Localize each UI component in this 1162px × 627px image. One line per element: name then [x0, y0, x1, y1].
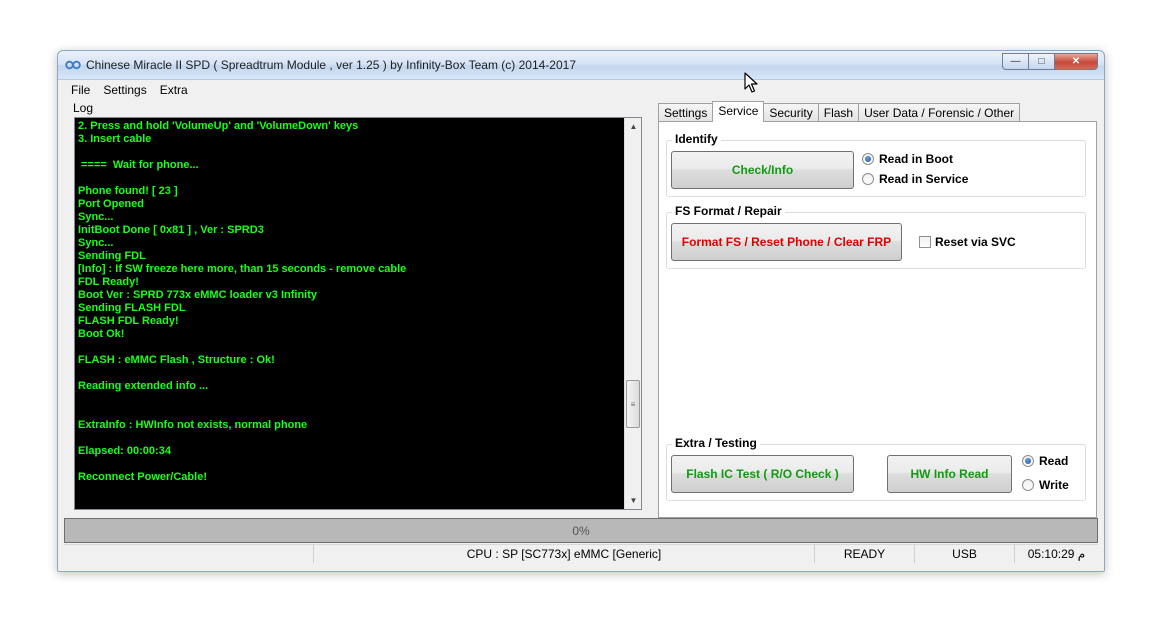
log-lines: 2. Press and hold 'VolumeUp' and 'Volume… — [78, 120, 623, 484]
tab-strip: Settings Service Security Flash User Dat… — [658, 101, 1021, 122]
menu-bar: File Settings Extra — [64, 81, 1098, 99]
identify-title: Identify — [672, 132, 721, 146]
read-label: Read — [1039, 454, 1069, 468]
log-console[interactable]: 2. Press and hold 'VolumeUp' and 'Volume… — [74, 117, 642, 510]
read-radio[interactable] — [1022, 455, 1034, 467]
read-option[interactable]: Read — [1022, 454, 1068, 468]
log-line: [Info] : If SW freeze here more, than 15… — [78, 263, 407, 275]
status-bar: CPU : SP [SC773x] eMMC [Generic] READY U… — [64, 544, 1098, 563]
mouse-pointer-icon — [744, 72, 758, 93]
fs-title: FS Format / Repair — [672, 204, 785, 218]
log-line: FLASH : eMMC Flash , Structure : Ok! — [78, 354, 275, 366]
progress-bar: 0% — [64, 518, 1098, 543]
scroll-up-arrow-icon[interactable]: ▲ — [625, 118, 641, 135]
extra-testing-title: Extra / Testing — [672, 436, 760, 450]
log-line: Reading extended info ... — [78, 380, 209, 392]
window-controls: — □ ✕ — [1002, 53, 1098, 70]
progress-label: 0% — [572, 523, 590, 538]
read-in-service-option[interactable]: Read in Service — [862, 172, 968, 186]
tab-security[interactable]: Security — [763, 103, 819, 122]
close-icon: ✕ — [1071, 56, 1081, 67]
read-in-boot-option[interactable]: Read in Boot — [862, 152, 953, 166]
scroll-thumb[interactable]: ≡ — [626, 380, 640, 428]
log-line: FDL Ready! — [78, 276, 139, 288]
reset-via-svc-label: Reset via SVC — [935, 235, 1016, 249]
status-empty-cell — [64, 544, 314, 563]
log-line: ==== Wait for phone... — [78, 159, 199, 171]
reset-via-svc-checkbox[interactable] — [919, 236, 931, 248]
log-line: Port Opened — [78, 198, 145, 210]
log-line: Sending FLASH FDL — [78, 302, 186, 314]
log-line: InitBoot Done [ 0x81 ] , Ver : SPRD3 — [78, 224, 264, 236]
log-line: ExtraInfo : HWInfo not exists, normal ph… — [78, 419, 308, 431]
maximize-button[interactable]: □ — [1028, 53, 1054, 70]
read-in-boot-radio[interactable] — [862, 153, 874, 165]
minimize-icon: — — [1010, 56, 1021, 67]
write-label: Write — [1039, 478, 1069, 492]
status-state: READY — [815, 544, 915, 563]
check-info-button[interactable]: Check/Info — [671, 151, 854, 189]
service-panel: Identify Check/Info Read in Boot Read in… — [658, 121, 1097, 518]
read-in-service-radio[interactable] — [862, 173, 874, 185]
read-in-service-label: Read in Service — [879, 172, 969, 186]
log-line: Elapsed: 00:00:34 — [78, 445, 171, 457]
flash-ic-test-button[interactable]: Flash IC Test ( R/O Check ) — [671, 455, 854, 493]
close-button[interactable]: ✕ — [1054, 53, 1098, 70]
tab-service[interactable]: Service — [712, 101, 765, 122]
window-title: Chinese Miracle II SPD ( Spreadtrum Modu… — [86, 58, 576, 72]
identify-group: Identify Check/Info Read in Boot Read in… — [666, 132, 1086, 197]
log-line: FLASH FDL Ready! — [78, 315, 179, 327]
log-line: Boot Ok! — [78, 328, 125, 340]
read-in-boot-label: Read in Boot — [879, 152, 953, 166]
title-bar[interactable]: Chinese Miracle II SPD ( Spreadtrum Modu… — [58, 51, 1104, 80]
log-label: Log — [73, 101, 94, 115]
log-line: Sync... — [78, 211, 114, 223]
minimize-button[interactable]: — — [1002, 53, 1028, 70]
maximize-icon: □ — [1038, 56, 1045, 67]
tab-flash[interactable]: Flash — [817, 103, 860, 122]
scroll-down-arrow-icon[interactable]: ▼ — [625, 492, 641, 509]
menu-settings[interactable]: Settings — [96, 81, 152, 99]
log-scrollbar[interactable]: ▲ ≡ ▼ — [624, 118, 641, 509]
extra-testing-group: Extra / Testing Flash IC Test ( R/O Chec… — [666, 436, 1086, 501]
status-cpu: CPU : SP [SC773x] eMMC [Generic] — [314, 544, 815, 563]
log-line: Reconnect Power/Cable! — [78, 471, 207, 483]
log-line: Sending FDL — [78, 250, 146, 262]
write-option[interactable]: Write — [1022, 478, 1069, 492]
infinity-app-icon — [65, 60, 81, 70]
log-line: 3. Insert cable — [78, 133, 152, 145]
write-radio[interactable] — [1022, 479, 1034, 491]
menu-file[interactable]: File — [64, 81, 96, 99]
log-line: Sync... — [78, 237, 114, 249]
format-fs-button[interactable]: Format FS / Reset Phone / Clear FRP — [671, 223, 902, 261]
status-port: USB — [915, 544, 1015, 563]
log-line: Boot Ver : SPRD 773x eMMC loader v3 Infi… — [78, 289, 318, 301]
tab-settings[interactable]: Settings — [658, 103, 714, 122]
log-line: Phone found! [ 23 ] — [78, 185, 178, 197]
fs-group: FS Format / Repair Format FS / Reset Pho… — [666, 204, 1086, 269]
hw-info-read-button[interactable]: HW Info Read — [887, 455, 1012, 493]
reset-via-svc-option[interactable]: Reset via SVC — [919, 235, 1016, 249]
tab-user-data[interactable]: User Data / Forensic / Other — [858, 103, 1021, 122]
log-line: 2. Press and hold 'VolumeUp' and 'Volume… — [78, 120, 359, 132]
menu-extra[interactable]: Extra — [153, 81, 194, 99]
app-window: Chinese Miracle II SPD ( Spreadtrum Modu… — [57, 50, 1105, 572]
status-time: 05:10:29 م — [1015, 544, 1098, 563]
